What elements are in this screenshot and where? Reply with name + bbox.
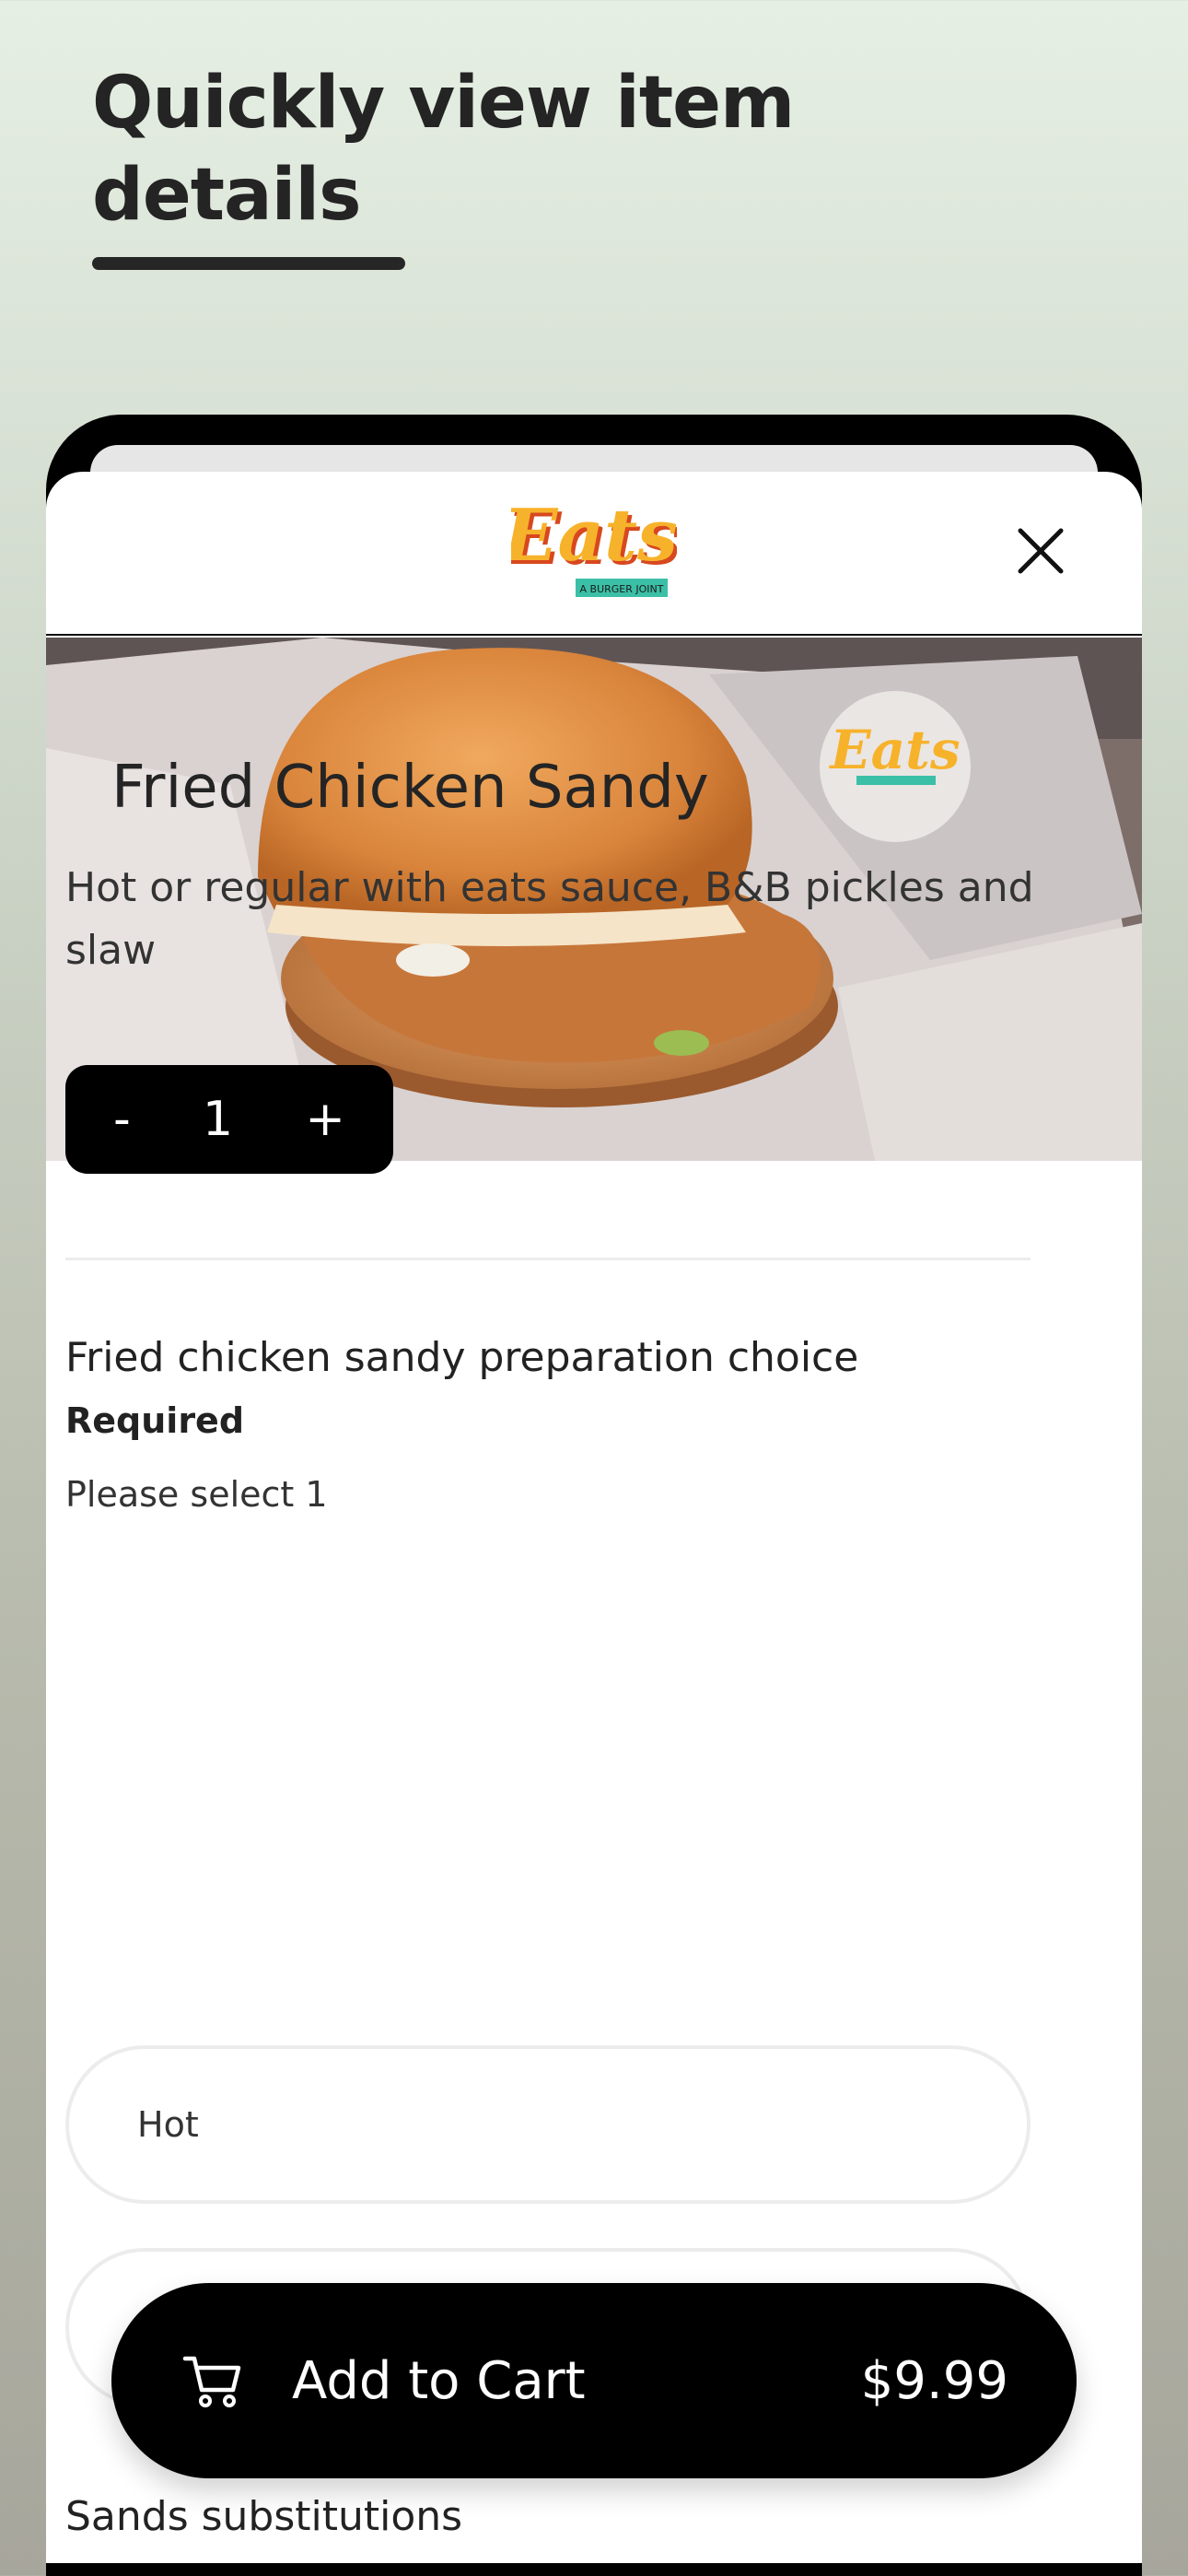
brand-logo: Eats Eats A BURGER JOINT — [501, 494, 681, 612]
increment-button[interactable]: + — [305, 1092, 345, 1147]
option-group-title: Fried chicken sandy preparation choice — [65, 1334, 859, 1381]
item-title: Fried Chicken Sandy — [111, 754, 709, 822]
decrement-button[interactable]: - — [113, 1092, 131, 1147]
required-badge: Required — [65, 1400, 245, 1441]
next-group-title: Sands substitutions — [65, 2493, 463, 2540]
quantity-value: 1 — [203, 1092, 234, 1147]
section-divider — [65, 1258, 1031, 1260]
svg-text:Eats: Eats — [828, 719, 960, 781]
close-icon[interactable] — [1013, 523, 1068, 579]
cart-icon — [182, 2356, 241, 2407]
promo-heading: Quickly view item details — [92, 62, 795, 237]
cart-price: $9.99 — [860, 2350, 1008, 2411]
quantity-stepper: - 1 + — [65, 1065, 393, 1174]
promo-underline — [92, 257, 405, 270]
svg-text:A BURGER JOINT: A BURGER JOINT — [580, 583, 664, 595]
add-to-cart-button[interactable]: Add to Cart $9.99 — [111, 2283, 1077, 2478]
add-to-cart-label: Add to Cart — [292, 2350, 586, 2411]
item-description: Hot or regular with eats sauce, B&B pick… — [65, 864, 1034, 974]
svg-text:Eats: Eats — [511, 501, 677, 578]
option-label: Hot — [137, 2104, 199, 2145]
option-group-hint: Please select 1 — [65, 1474, 328, 1515]
option-hot[interactable]: Hot — [65, 2045, 1031, 2204]
modal-header: Eats Eats A BURGER JOINT — [46, 472, 1142, 636]
